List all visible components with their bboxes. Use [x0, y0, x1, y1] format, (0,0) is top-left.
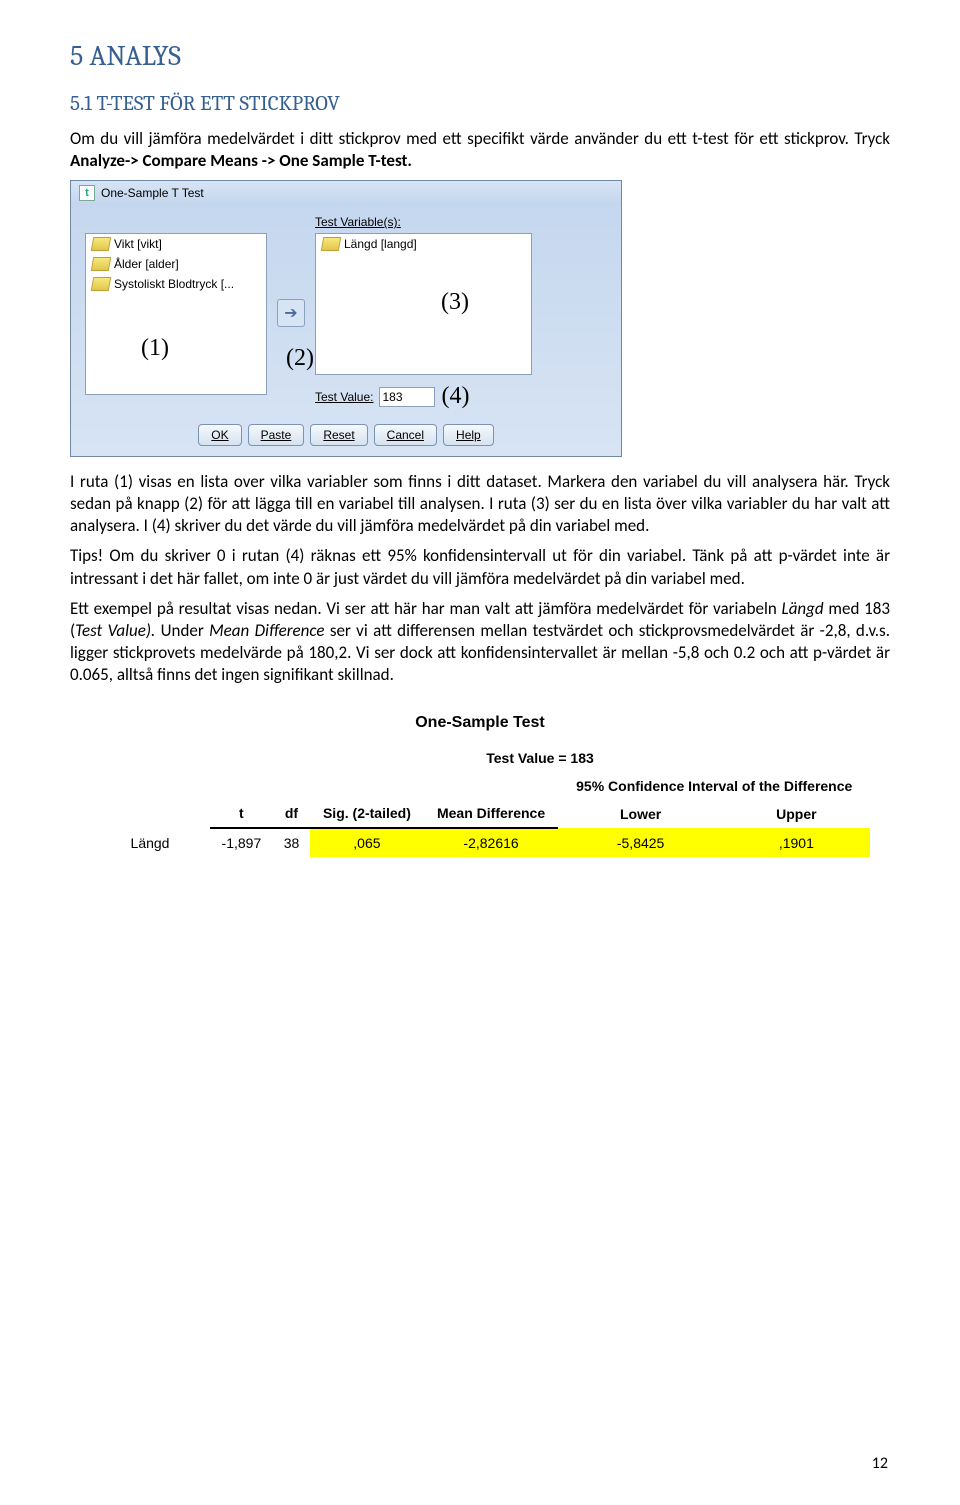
col-sig: Sig. (2-tailed) — [310, 772, 423, 828]
test-variable-panel[interactable]: Längd [langd] — [315, 233, 532, 375]
test-variables-label: Test Variable(s): — [315, 215, 532, 229]
cell-t: -1,897 — [210, 828, 273, 857]
reset-button[interactable]: Reset — [310, 424, 367, 446]
one-sample-test-table: Test Value = 183 t df Sig. (2-tailed) Me… — [90, 744, 870, 857]
ci-header: 95% Confidence Interval of the Differenc… — [558, 772, 870, 800]
test-value-label: Test Value: — [315, 390, 373, 404]
one-sample-t-test-dialog: t One-Sample T Test Vikt [vikt] Ålder [a… — [70, 180, 622, 457]
dialog-app-icon: t — [79, 185, 95, 201]
table-caption: One-Sample Test — [70, 714, 890, 732]
row-label: Längd — [90, 828, 210, 857]
move-variable-button[interactable]: ➔ — [277, 299, 305, 327]
test-value-input[interactable] — [379, 387, 435, 407]
col-df: df — [273, 772, 310, 828]
paragraph-4: Ett exempel på resultat visas nedan. Vi … — [70, 598, 890, 686]
arrow-right-icon: ➔ — [284, 303, 297, 323]
paragraph-1: Om du vill jämföra medelvärdet i ditt st… — [70, 128, 890, 172]
paste-button[interactable]: Paste — [248, 424, 305, 446]
var-item[interactable]: Systoliskt Blodtryck [... — [114, 277, 234, 291]
p4-i3: Mean Difference — [209, 620, 324, 641]
table-span-header: Test Value = 183 — [210, 744, 870, 772]
cell-upper: ,1901 — [723, 828, 870, 857]
page-number: 12 — [872, 1454, 888, 1473]
cell-df: 38 — [273, 828, 310, 857]
subsection-heading: 5.1 T-TEST FÖR ETT STICKPROV — [70, 92, 890, 116]
help-button[interactable]: Help — [443, 424, 494, 446]
ok-button[interactable]: OK — [198, 424, 241, 446]
p4-c: Under — [155, 620, 209, 641]
p4-i2: Test Value). — [75, 620, 155, 641]
ruler-icon — [91, 277, 111, 291]
variable-list-panel[interactable]: Vikt [vikt] Ålder [alder] Systoliskt Blo… — [85, 233, 267, 395]
dialog-button-row: OK Paste Reset Cancel Help — [71, 416, 621, 456]
paragraph-2: I ruta (1) visas en lista over vilka var… — [70, 471, 890, 537]
dialog-titlebar: t One-Sample T Test — [71, 181, 621, 205]
ruler-icon — [91, 237, 111, 251]
col-t: t — [210, 772, 273, 828]
dialog-title: One-Sample T Test — [101, 186, 204, 200]
col-lower: Lower — [558, 800, 722, 828]
section-heading: 5 ANALYS — [70, 40, 890, 72]
paragraph-1-bold: Analyze-> Compare Means -> One Sample T-… — [70, 150, 412, 171]
cell-lower: -5,8425 — [558, 828, 722, 857]
var-item[interactable]: Vikt [vikt] — [114, 237, 162, 251]
paragraph-1-text: Om du vill jämföra medelvärdet i ditt st… — [70, 128, 890, 149]
cell-meandiff: -2,82616 — [424, 828, 559, 857]
ruler-icon — [321, 237, 341, 251]
p4-a: Ett exempel på resultat visas nedan. Vi … — [70, 598, 782, 619]
p4-i1: Längd — [782, 598, 824, 619]
col-upper: Upper — [723, 800, 870, 828]
paragraph-3: Tips! Om du skriver 0 i rutan (4) räknas… — [70, 545, 890, 589]
var-item[interactable]: Längd [langd] — [344, 237, 417, 251]
ruler-icon — [91, 257, 111, 271]
cell-sig: ,065 — [310, 828, 423, 857]
cancel-button[interactable]: Cancel — [374, 424, 437, 446]
annotation-4: (4) — [441, 383, 469, 410]
col-meandiff: Mean Difference — [424, 772, 559, 828]
var-item[interactable]: Ålder [alder] — [114, 257, 179, 271]
